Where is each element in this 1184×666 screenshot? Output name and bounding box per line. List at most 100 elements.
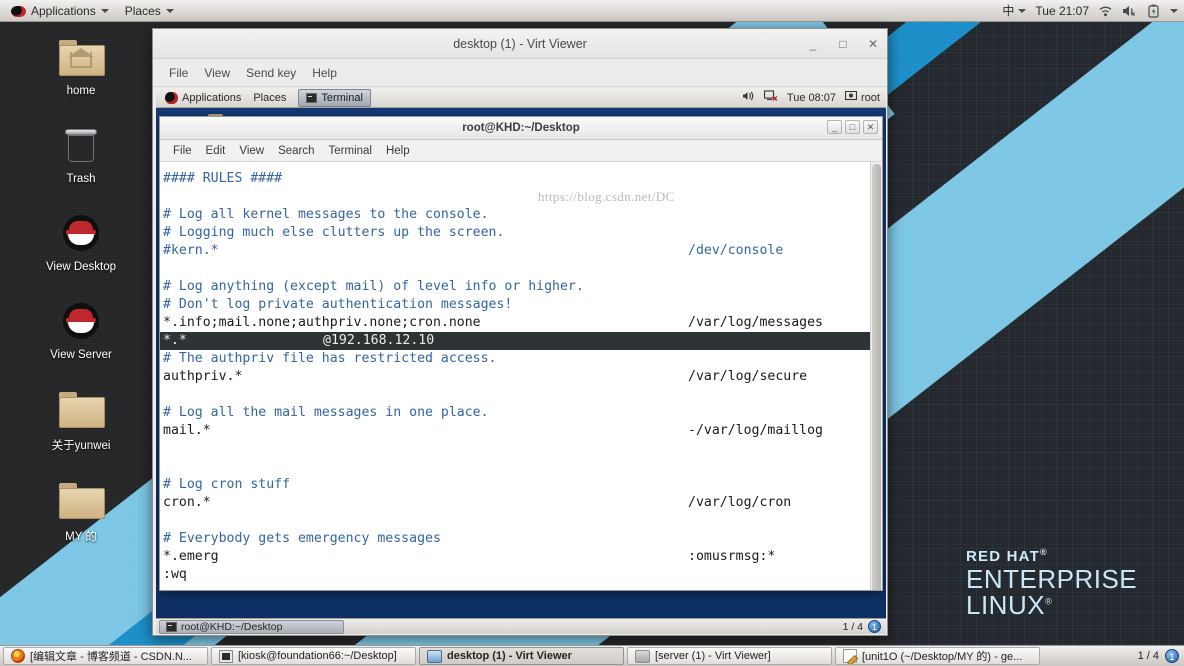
clock-label: Tue 21:07 [1035, 3, 1089, 18]
vm-taskbar: root@KHD:~/Desktop 1 / 4 1 [156, 618, 886, 634]
battery-charging-icon[interactable] [1146, 4, 1161, 18]
terminal-title: root@KHD:~/Desktop [462, 122, 580, 134]
desktop-icon-my-de[interactable]: MY 的 [36, 477, 126, 545]
network-disconnected-icon[interactable] [763, 90, 778, 105]
scrollbar-thumb[interactable] [872, 164, 881, 590]
folder-icon [36, 386, 126, 432]
wifi-icon[interactable] [1098, 4, 1113, 18]
virt-viewer-title: desktop (1) - Virt Viewer [453, 36, 587, 51]
desktop-icon-view-server[interactable]: View Server [36, 298, 126, 363]
terminal-maximize-button[interactable]: □ [845, 120, 860, 134]
places-menu[interactable]: Places [118, 1, 181, 21]
menu-view[interactable]: View [196, 63, 238, 83]
vm-screen[interactable]: Applications Places Terminal Tue 08:07 r… [156, 88, 886, 634]
trademark-symbol-2: ® [1045, 596, 1053, 607]
terminal-minimize-button[interactable]: _ [827, 120, 842, 134]
taskbar-button-server-virt-viewer[interactable]: [server (1) - Virt Viewer] [627, 647, 832, 665]
workspace-indicator: 1 / 4 [1137, 650, 1159, 662]
virt-viewer-titlebar[interactable]: desktop (1) - Virt Viewer _ □ ✕ [153, 29, 887, 59]
taskbar-button-firefox[interactable]: [编辑文章 - 博客频道 - CSDN.N... [3, 647, 208, 665]
monitor-icon [427, 649, 442, 663]
desktop-icon-label: Trash [66, 173, 96, 185]
chevron-down-icon [100, 8, 109, 13]
terminal-line: # Log cron stuff [163, 477, 291, 492]
rhel-branding: RED HAT® ENTERPRISE LINUX® [966, 547, 1137, 619]
maximize-button[interactable]: □ [835, 37, 851, 51]
terminal-menu-file[interactable]: File [166, 143, 199, 159]
user-icon [844, 90, 858, 105]
taskbar-button-kiosk-terminal[interactable]: [kiosk@foundation66:~/Desktop] [211, 647, 416, 665]
menu-help[interactable]: Help [304, 63, 345, 83]
desktop-icon-view-desktop[interactable]: View Desktop [36, 210, 126, 275]
places-menu-label: Places [124, 3, 161, 18]
pager-icon[interactable]: 1 [1165, 649, 1179, 663]
terminal-icon [306, 92, 318, 103]
host-taskbar: [编辑文章 - 博客频道 - CSDN.N... [kiosk@foundati… [0, 645, 1184, 666]
desktop-icon-label: View Server [50, 349, 112, 361]
terminal-line: # The authpriv file has restricted acces… [163, 351, 497, 366]
trademark-symbol: ® [1039, 547, 1048, 557]
minimize-button[interactable]: _ [805, 37, 821, 51]
terminal-line: # Logging much else clutters up the scre… [163, 225, 505, 240]
terminal-line: # Don't log private authentication messa… [163, 297, 513, 312]
text-editor-icon [843, 649, 857, 663]
chevron-down-icon[interactable] [1170, 8, 1178, 13]
vm-pager-icon[interactable]: 1 [868, 620, 881, 633]
terminal-titlebar[interactable]: root@KHD:~/Desktop _ □ ✕ [160, 117, 882, 140]
vm-clock-label: Tue 08:07 [786, 91, 837, 104]
volume-muted-icon[interactable] [1122, 4, 1137, 18]
terminal-menu-search[interactable]: Search [271, 143, 321, 159]
clock[interactable]: Tue 21:07 [1035, 4, 1089, 18]
virt-viewer-menubar: File View Send key Help [153, 59, 887, 87]
menu-file[interactable]: File [161, 63, 196, 83]
vm-places-menu[interactable]: Places [247, 91, 292, 105]
vm-user-menu[interactable]: root [844, 90, 880, 105]
syslog-target-path: /var/log/secure [688, 369, 808, 384]
syslog-target-path: :omusrmsg:* [688, 549, 776, 564]
terminal-window: root@KHD:~/Desktop _ □ ✕ File Edit View … [159, 116, 883, 591]
folder-icon [36, 477, 126, 523]
vm-places-label: Places [253, 91, 287, 104]
terminal-selected-line: *.* @192.168.12.10 [160, 332, 882, 350]
terminal-menu-edit[interactable]: Edit [199, 143, 233, 159]
terminal-output[interactable]: #### RULES #### # Log all kernel messages… [160, 162, 882, 590]
syslog-target-path: -/var/log/maillog [688, 423, 823, 438]
terminal-menu-view[interactable]: View [232, 143, 271, 159]
vm-window-list-terminal[interactable]: Terminal [298, 88, 371, 107]
terminal-line: *.info;mail.none;authpriv.none;cron.none… [163, 315, 823, 330]
input-method-indicator[interactable]: 中 [1002, 2, 1027, 19]
redhat-icon [36, 210, 126, 256]
terminal-menu-terminal[interactable]: Terminal [322, 143, 379, 159]
taskbar-button-gedit[interactable]: [unit1O (~/Desktop/MY 的) - ge... [835, 647, 1040, 665]
vm-taskbar-label: root@KHD:~/Desktop [181, 620, 283, 633]
syslog-remote-target: @192.168.12.10 [323, 333, 435, 348]
syslog-target-path: /var/log/cron [688, 495, 792, 510]
chevron-down-icon [1018, 8, 1027, 13]
vm-applications-menu[interactable]: Applications [159, 91, 247, 105]
vm-taskbar-window-button[interactable]: root@KHD:~/Desktop [159, 619, 344, 634]
close-button[interactable]: ✕ [865, 37, 881, 51]
home-folder-icon [36, 34, 126, 80]
terminal-close-button[interactable]: ✕ [863, 120, 878, 134]
desktop-icon-guanyu-yunwei[interactable]: 关于yunwei [36, 386, 126, 454]
terminal-menu-help[interactable]: Help [379, 143, 417, 159]
applications-menu[interactable]: Applications [4, 1, 116, 21]
host-top-panel: Applications Places 中 Tue 21:07 [0, 0, 1184, 22]
syslog-target-path: /dev/console [688, 243, 784, 258]
vm-clock[interactable]: Tue 08:07 [787, 92, 836, 104]
terminal-line: # Log anything (except mail) of level in… [163, 279, 584, 294]
terminal-line: #### RULES #### [163, 171, 283, 186]
vm-user-label: root [861, 91, 880, 104]
desktop-icon-trash[interactable]: Trash [36, 122, 126, 187]
volume-icon[interactable] [742, 90, 755, 105]
vm-desktop-area[interactable]: root@KHD:~/Desktop _ □ ✕ File Edit View … [156, 108, 886, 618]
syslog-target-path: /var/log/messages [688, 315, 823, 330]
desktop-icon-grid: home Trash View Desktop View Server 关于yu… [36, 34, 126, 568]
desktop-icon-home[interactable]: home [36, 34, 126, 99]
vm-task-label: Terminal [321, 91, 363, 104]
menu-send-key[interactable]: Send key [238, 63, 304, 83]
trash-icon [36, 122, 126, 168]
taskbar-button-desktop-virt-viewer[interactable]: desktop (1) - Virt Viewer [419, 647, 624, 665]
terminal-scrollbar[interactable] [870, 162, 882, 590]
